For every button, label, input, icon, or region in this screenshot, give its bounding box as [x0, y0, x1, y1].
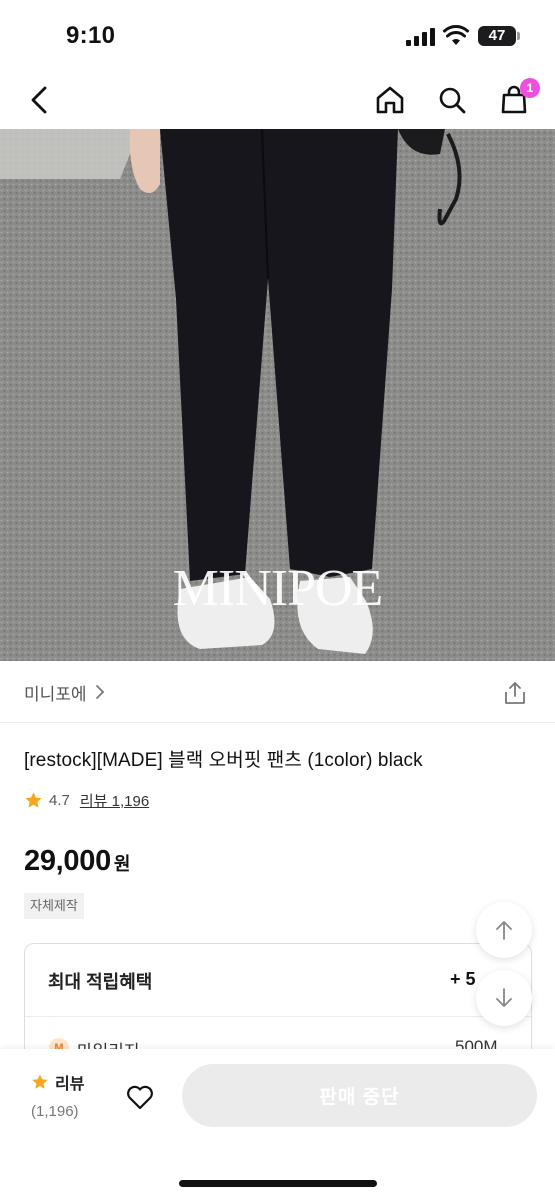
battery-tip	[517, 32, 520, 40]
review-count: (1,196)	[31, 1103, 79, 1120]
search-button[interactable]	[432, 80, 472, 120]
product-tag: 자체제작	[24, 893, 84, 919]
chevron-left-icon	[31, 86, 47, 114]
home-icon	[376, 86, 404, 114]
status-bar: 9:10 47	[0, 0, 555, 72]
wishlist-button[interactable]	[120, 1077, 160, 1117]
brand-row: 미니포에	[0, 661, 555, 723]
star-icon	[32, 1074, 48, 1089]
chevron-right-icon	[95, 685, 104, 699]
arrow-up-icon	[496, 921, 512, 940]
product-title: [restock][MADE] 블랙 오버핏 팬츠 (1color) black	[24, 750, 423, 771]
benefit-amount: + 5	[450, 969, 476, 989]
currency-unit: 원	[113, 854, 131, 874]
review-link[interactable]: 리뷰 1,196	[80, 790, 149, 811]
scroll-bottom-button[interactable]	[476, 970, 532, 1026]
bottom-action-bar: 리뷰 (1,196) 판매 중단	[0, 1049, 555, 1200]
wifi-icon	[443, 25, 469, 45]
cart-count-badge: 1	[520, 78, 540, 98]
brand-link[interactable]: 미니포에	[24, 680, 105, 704]
price: 29,000	[24, 845, 111, 877]
home-button[interactable]	[370, 80, 410, 120]
review-summary[interactable]: 리뷰 (1,196)	[31, 1070, 84, 1120]
star-icon	[25, 791, 42, 808]
brand-watermark: MINIPOE	[172, 560, 384, 617]
divider	[25, 1016, 531, 1017]
status-time: 9:10	[66, 22, 116, 49]
search-icon	[439, 87, 466, 114]
product-image[interactable]: MINIPOE	[0, 129, 555, 661]
benefit-title: 최대 적립혜택	[48, 972, 153, 992]
rating-value: 4.7	[49, 791, 70, 809]
back-button[interactable]	[20, 80, 60, 120]
nav-bar: 1	[0, 72, 555, 129]
cart-button[interactable]: 1	[494, 78, 540, 120]
scroll-top-button[interactable]	[476, 902, 532, 958]
home-indicator	[179, 1180, 377, 1187]
buy-button-disabled[interactable]: 판매 중단	[182, 1064, 537, 1127]
arrow-down-icon	[496, 988, 512, 1007]
review-label: 리뷰	[55, 1076, 85, 1093]
share-icon	[505, 682, 525, 704]
brand-name: 미니포에	[24, 684, 87, 704]
share-button[interactable]	[500, 678, 530, 708]
cellular-signal-icon	[406, 28, 435, 46]
price-row: 29,000 원	[24, 845, 130, 878]
rating-row: 4.7 리뷰 1,196	[24, 789, 149, 811]
battery-indicator: 47	[478, 26, 516, 46]
benefit-card[interactable]: 최대 적립혜택 + 5 M 마일리지 500M	[24, 943, 532, 1063]
heart-icon	[127, 1085, 153, 1110]
